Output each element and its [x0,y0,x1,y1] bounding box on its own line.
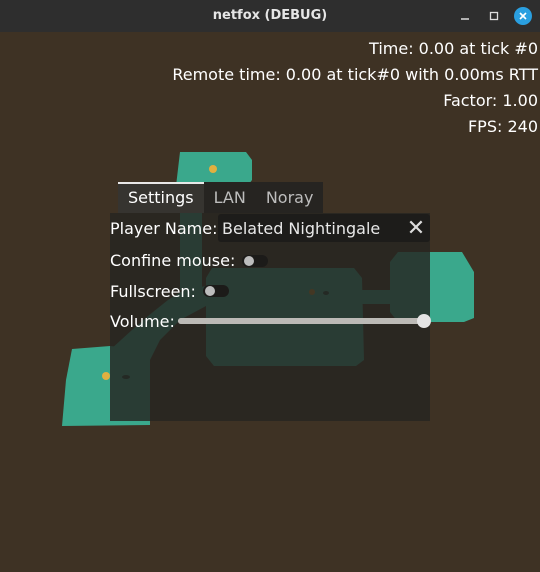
tab-noray[interactable]: Noray [255,182,324,213]
player-name-field[interactable]: Belated Nightingale ✕ [218,214,430,242]
maximize-icon[interactable] [485,7,503,25]
volume-grabber[interactable] [417,314,431,328]
player-name-value: Belated Nightingale [222,219,381,238]
player-top [209,165,217,173]
fullscreen-toggle[interactable] [203,285,229,297]
minimize-icon[interactable] [456,7,474,25]
tab-settings[interactable]: Settings [118,182,204,213]
fps-readout: FPS: 240 [467,117,538,136]
factor-readout: Factor: 1.00 [443,91,538,110]
player-name-label: Player Name: [110,219,218,238]
network-stats-overlay: Time: 0.00 at tick #0 Remote time: 0.00 … [172,36,540,140]
toggle-knob [205,286,215,296]
volume-fill [178,318,424,324]
menu-tabs: Settings LAN Noray [118,182,324,213]
confine-mouse-toggle[interactable] [242,255,268,267]
volume-slider[interactable] [178,314,431,328]
toggle-knob [244,256,254,266]
clear-icon[interactable]: ✕ [404,216,428,240]
settings-panel: Player Name: Belated Nightingale ✕ Confi… [110,213,431,421]
tab-lan[interactable]: LAN [203,182,256,213]
volume-label: Volume: [110,312,175,331]
close-icon[interactable] [514,7,532,25]
confine-mouse-label: Confine mouse: [110,251,236,270]
remote-time-readout: Remote time: 0.00 at tick#0 with 0.00ms … [172,65,538,84]
time-readout: Time: 0.00 at tick #0 [369,39,538,58]
window-titlebar: netfox (DEBUG) [0,0,540,32]
fullscreen-label: Fullscreen: [110,282,196,301]
player-left [102,372,110,380]
